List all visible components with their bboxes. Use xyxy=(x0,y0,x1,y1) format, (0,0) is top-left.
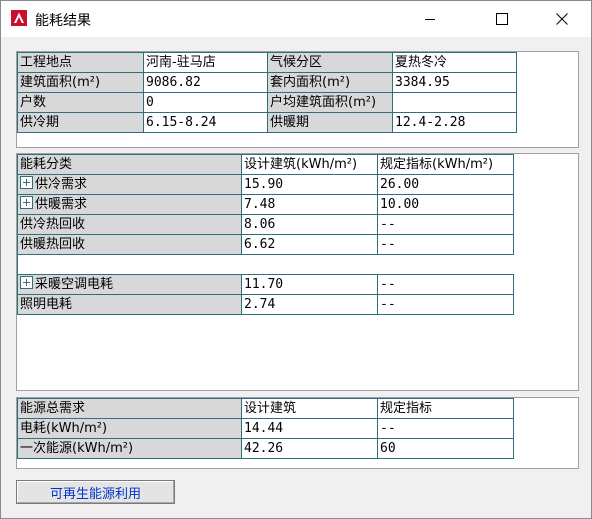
standard-value: -- xyxy=(377,418,514,439)
info-value[interactable]: 河南-驻马店 xyxy=(143,52,268,73)
category-label: 供冷需求 xyxy=(35,177,88,192)
info-label: 套内面积(m²) xyxy=(267,72,393,93)
design-value: 42.26 xyxy=(241,438,378,459)
table-row: 电耗(kWh/m²) 14.44 -- xyxy=(17,418,514,439)
table-header-row: 能耗分类 设计建筑(kWh/m²) 规定指标(kWh/m²) xyxy=(17,154,514,175)
standard-value: 26.00 xyxy=(377,174,514,195)
table-row: 供冷期 6.15-8.24 供暖期 12.4-2.28 xyxy=(17,112,517,133)
table-row[interactable]: 采暖空调电耗 11.70 -- xyxy=(17,274,514,295)
column-header: 规定指标(kWh/m²) xyxy=(377,154,514,175)
category-cell: 供冷热回收 xyxy=(17,214,242,235)
table-header-row: 能源总需求 设计建筑 规定指标 xyxy=(17,398,514,419)
info-label: 户均建筑面积(m²) xyxy=(267,92,393,113)
table-row: 建筑面积(m²) 9086.82 套内面积(m²) 3384.95 xyxy=(17,72,517,93)
column-header: 规定指标 xyxy=(377,398,514,419)
design-value: 11.70 xyxy=(241,274,378,295)
standard-value: -- xyxy=(377,274,514,295)
table-row: 照明电耗 2.74 -- xyxy=(17,294,514,315)
renewable-energy-button[interactable]: 可再生能源利用 xyxy=(16,480,175,504)
window-title: 能耗结果 xyxy=(35,13,91,29)
category-cell[interactable]: 供冷需求 xyxy=(17,174,242,195)
column-header: 设计建筑(kWh/m²) xyxy=(241,154,378,175)
category-cell: 供暖热回收 xyxy=(17,234,242,255)
maximize-icon xyxy=(496,13,508,25)
info-value[interactable]: 12.4-2.28 xyxy=(392,112,517,133)
column-header: 设计建筑 xyxy=(241,398,378,419)
info-value[interactable]: 9086.82 xyxy=(143,72,268,93)
info-label: 气候分区 xyxy=(267,52,393,73)
info-value[interactable] xyxy=(392,92,517,113)
category-label: 采暖空调电耗 xyxy=(35,277,114,292)
category-label: 供冷热回收 xyxy=(20,217,86,232)
table-row: 户数 0 户均建筑面积(m²) xyxy=(17,92,517,113)
info-label: 供暖期 xyxy=(267,112,393,133)
standard-value: -- xyxy=(377,294,514,315)
table-row: 工程地点 河南-驻马店 气候分区 夏热冬冷 xyxy=(17,52,517,73)
maximize-button[interactable] xyxy=(479,1,525,37)
total-energy-panel: 能源总需求 设计建筑 规定指标 电耗(kWh/m²) 14.44 -- 一次能源… xyxy=(16,397,579,469)
energy-result-window: 能耗结果 工程地点 河南-驻马店 气候分区 夏热冬冷 建筑面积(m²) 9086… xyxy=(0,0,592,519)
design-value: 7.48 xyxy=(241,194,378,215)
category-label: 一次能源(kWh/m²) xyxy=(17,438,242,459)
info-label: 供冷期 xyxy=(17,112,144,133)
design-value: 14.44 xyxy=(241,418,378,439)
info-label: 户数 xyxy=(17,92,144,113)
category-cell[interactable]: 供暖需求 xyxy=(17,194,242,215)
category-label: 供暖需求 xyxy=(35,197,88,212)
category-label: 供暖热回收 xyxy=(20,237,86,252)
category-cell[interactable]: 采暖空调电耗 xyxy=(17,274,242,295)
total-energy-table: 能源总需求 设计建筑 规定指标 电耗(kWh/m²) 14.44 -- 一次能源… xyxy=(17,398,514,459)
project-info-table: 工程地点 河南-驻马店 气候分区 夏热冬冷 建筑面积(m²) 9086.82 套… xyxy=(17,52,517,133)
info-value[interactable]: 3384.95 xyxy=(392,72,517,93)
standard-value: 60 xyxy=(377,438,514,459)
info-value[interactable]: 0 xyxy=(143,92,268,113)
standard-value: -- xyxy=(377,214,514,235)
close-button[interactable] xyxy=(539,1,585,37)
table-row: 供暖热回收 6.62 -- xyxy=(17,234,514,255)
energy-breakdown-panel: 能耗分类 设计建筑(kWh/m²) 规定指标(kWh/m²) 供冷需求 15.9… xyxy=(16,153,579,391)
table-row[interactable]: 供冷需求 15.90 26.00 xyxy=(17,174,514,195)
info-label: 工程地点 xyxy=(17,52,144,73)
table-row-spacer xyxy=(17,254,514,275)
standard-value: 10.00 xyxy=(377,194,514,215)
table-row: 一次能源(kWh/m²) 42.26 60 xyxy=(17,438,514,459)
minimize-button[interactable] xyxy=(407,1,453,37)
expand-plus-icon[interactable] xyxy=(20,176,33,189)
table-row[interactable]: 供暖需求 7.48 10.00 xyxy=(17,194,514,215)
info-value[interactable]: 6.15-8.24 xyxy=(143,112,268,133)
info-label: 建筑面积(m²) xyxy=(17,72,144,93)
minimize-icon xyxy=(425,19,435,20)
standard-value: -- xyxy=(377,234,514,255)
project-info-panel: 工程地点 河南-驻马店 气候分区 夏热冬冷 建筑面积(m²) 9086.82 套… xyxy=(16,51,579,148)
category-label: 电耗(kWh/m²) xyxy=(17,418,242,439)
design-value: 6.62 xyxy=(241,234,378,255)
design-value: 15.90 xyxy=(241,174,378,195)
design-value: 8.06 xyxy=(241,214,378,235)
category-label: 照明电耗 xyxy=(20,297,73,312)
energy-breakdown-table: 能耗分类 设计建筑(kWh/m²) 规定指标(kWh/m²) 供冷需求 15.9… xyxy=(17,154,514,315)
column-header: 能耗分类 xyxy=(17,154,242,175)
expand-plus-icon[interactable] xyxy=(20,276,33,289)
title-bar: 能耗结果 xyxy=(1,1,591,37)
column-header: 能源总需求 xyxy=(17,398,242,419)
info-value[interactable]: 夏热冬冷 xyxy=(392,52,517,73)
category-cell: 照明电耗 xyxy=(17,294,242,315)
expand-plus-icon[interactable] xyxy=(20,196,33,209)
close-icon xyxy=(556,13,568,25)
app-logo-icon xyxy=(11,10,27,26)
spacer-cell xyxy=(17,254,514,275)
design-value: 2.74 xyxy=(241,294,378,315)
table-row: 供冷热回收 8.06 -- xyxy=(17,214,514,235)
